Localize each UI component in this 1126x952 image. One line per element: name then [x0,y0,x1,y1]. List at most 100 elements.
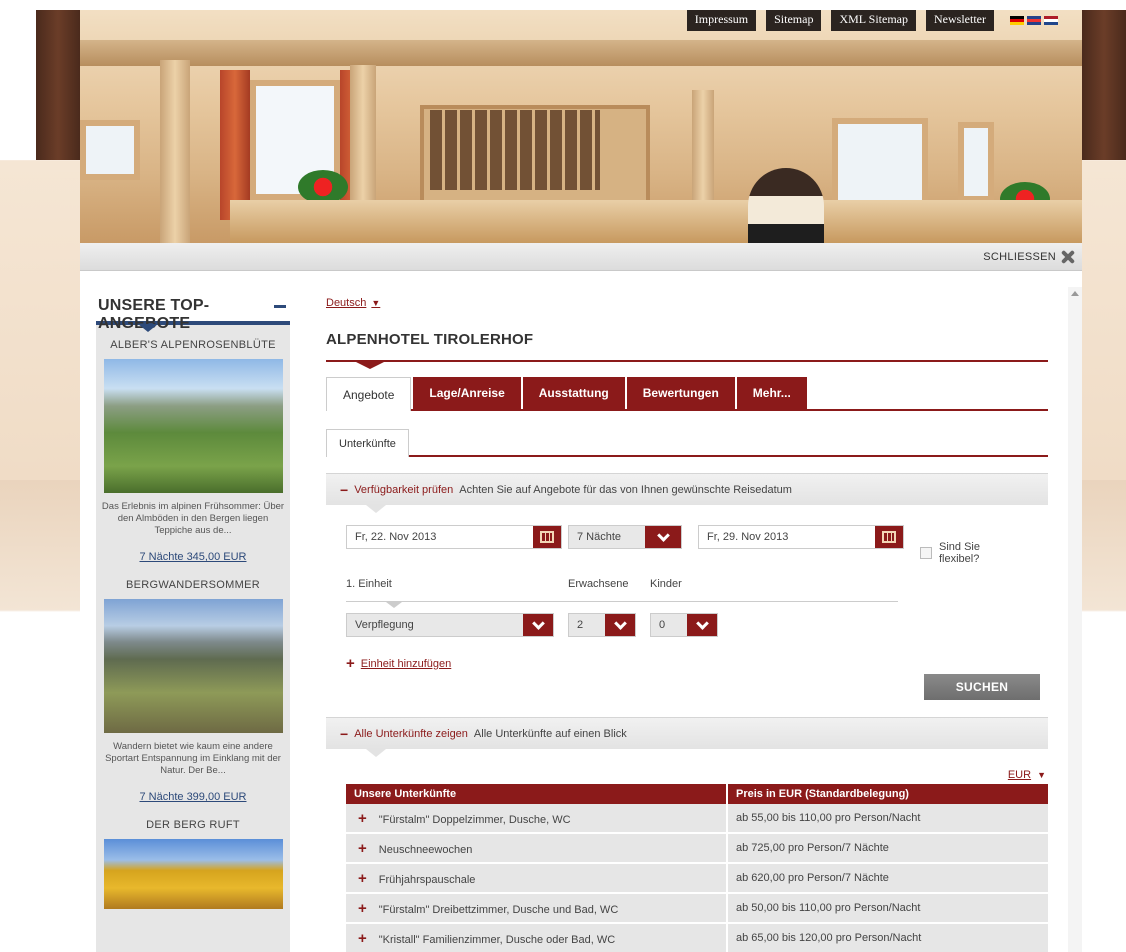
tab-lage-anreise[interactable]: Lage/Anreise [413,377,521,409]
all-rooms-hint: Alle Unterkünfte auf einen Blick [473,727,627,740]
expand-plus-icon[interactable]: + [358,840,367,857]
close-icon[interactable] [1060,249,1076,265]
expand-plus-icon[interactable]: + [358,870,367,887]
offer-title: BERGWANDERSOMMER [126,579,260,591]
calendar-icon[interactable] [533,526,561,548]
arrival-date-field[interactable]: Fr, 22. Nov 2013 [346,525,562,549]
adults-value: 2 [577,619,584,631]
wooden-pillar-mid [350,65,376,215]
unit-label: 1. Einheit [346,578,392,590]
subtab-unterkuenfte[interactable]: Unterkünfte [326,429,409,457]
language-selector[interactable]: Deutsch ▼ [326,297,380,309]
board-value: Verpflegung [355,619,414,631]
room-name[interactable]: "Fürstalm" Doppelzimmer, Dusche, WC [379,814,571,826]
currency-selector[interactable]: EUR ▼ [326,769,1048,781]
dutch-flag-icon[interactable] [1044,16,1058,25]
room-price: ab 620,00 pro Person/7 Nächte [726,864,1048,894]
tab-bewertungen[interactable]: Bewertungen [626,377,735,409]
offer-price-link[interactable]: 7 Nächte 399,00 EUR [96,777,290,803]
board-select[interactable]: Verpflegung [346,613,554,637]
availability-hint: Achten Sie auf Angebote für das von Ihne… [459,483,792,496]
hero-image: Impressum Sitemap XML Sitemap Newsletter [80,10,1082,243]
offer-image-hikers[interactable] [103,359,283,493]
offer-description: Wandern bietet wie kaum eine andere Spor… [105,741,281,776]
unit-divider [346,601,898,602]
table-row[interactable]: + Frühjahrspauschale ab 620,00 pro Person… [346,864,1048,894]
room-name[interactable]: Neuschneewochen [379,844,473,856]
language-flags [1004,10,1064,31]
main-content: Deutsch ▼ ALPENHOTEL TIROLERHOF Angebote… [326,285,1048,952]
top-nav: Impressum Sitemap XML Sitemap Newsletter [686,10,1064,31]
title-divider [326,360,1048,369]
tab-mehr[interactable]: Mehr... [736,377,807,409]
minus-icon: − [340,481,349,498]
window-right [832,118,928,208]
table-row[interactable]: + "Fürstalm" Dreibettzimmer, Dusche und B… [346,894,1048,924]
expand-plus-icon[interactable]: + [358,810,367,827]
caret-down-icon: ▼ [1037,770,1046,780]
sidebar-top-offers: UNSERE TOP-ANGEBOTE ALBER'S ALPENROSENBL… [96,285,290,952]
nav-xml-sitemap[interactable]: XML Sitemap [831,10,917,31]
adults-select[interactable]: 2 [568,613,636,637]
chevron-down-icon[interactable] [645,526,681,548]
sidebar-title: UNSERE TOP-ANGEBOTE [98,297,210,332]
room-price: ab 50,00 bis 110,00 pro Person/Nacht [726,894,1048,924]
children-label: Kinder [650,578,682,590]
search-button[interactable]: SUCHEN [924,674,1040,700]
scrollbar[interactable] [1068,287,1082,952]
nav-sitemap[interactable]: Sitemap [766,10,822,31]
currency-label: EUR [1007,769,1032,781]
tab-bar: Angebote Lage/Anreise Ausstattung Bewert… [326,377,1048,411]
nights-select[interactable]: 7 Nächte [568,525,682,549]
key-slots [430,110,600,190]
expand-plus-icon[interactable]: + [358,900,367,917]
window-far-right [958,122,994,202]
table-row[interactable]: + "Fürstalm" Doppelzimmer, Dusche, WC ab … [346,804,1048,834]
tab-ausstattung[interactable]: Ausstattung [522,377,625,409]
offer-title: DER BERG RUFT [146,819,240,831]
rooms-header-name: Unsere Unterkünfte [346,784,726,804]
calendar-icon[interactable] [875,526,903,548]
english-flag-icon[interactable] [1027,16,1041,25]
expand-plus-icon[interactable]: + [358,930,367,947]
subtab-bar: Unterkünfte [326,429,1048,457]
all-rooms-header[interactable]: − Alle Unterkünfte zeigen Alle Unterkünf… [326,717,1048,757]
content-panel: UNSERE TOP-ANGEBOTE ALBER'S ALPENROSENBL… [80,271,1082,952]
hotel-title: ALPENHOTEL TIROLERHOF [326,331,534,348]
offer-image-mountain[interactable] [103,599,283,733]
scroll-up-icon[interactable] [1071,291,1079,296]
close-button[interactable]: SCHLIESSEN [983,249,1076,265]
add-unit-link[interactable]: + Einheit hinzufügen [346,655,451,672]
room-name[interactable]: "Fürstalm" Dreibettzimmer, Dusche und Ba… [379,904,619,916]
offer-description: Das Erlebnis im alpinen Frühsommer: Über… [101,501,285,536]
room-name[interactable]: Frühjahrspauschale [379,874,476,886]
chevron-down-icon[interactable] [605,614,635,636]
background-wood-left [36,10,80,160]
wooden-pillar-right [692,90,714,210]
divider-pointer-icon [386,602,402,608]
plus-icon: + [346,655,355,672]
availability-header[interactable]: − Verfügbarkeit prüfen Achten Sie auf An… [326,473,1048,513]
departure-date-value: Fr, 29. Nov 2013 [707,531,789,543]
offer-card: DER BERG RUFT [96,803,290,909]
offer-card: BERGWANDERSOMMER Wandern bietet wie kaum… [96,563,290,803]
offer-image-autumn[interactable] [103,839,283,909]
nav-newsletter[interactable]: Newsletter [926,10,994,31]
close-bar: SCHLIESSEN [80,243,1082,271]
german-flag-icon[interactable] [1010,16,1024,25]
children-select[interactable]: 0 [650,613,718,637]
add-unit-label: Einheit hinzufügen [360,657,452,670]
close-label: SCHLIESSEN [983,251,1056,263]
departure-date-field[interactable]: Fr, 29. Nov 2013 [698,525,904,549]
room-name[interactable]: "Kristall" Familienzimmer, Dusche oder B… [379,934,615,946]
nav-impressum[interactable]: Impressum [686,10,757,31]
offer-price-link[interactable]: 7 Nächte 345,00 EUR [96,537,290,563]
flexible-checkbox[interactable] [920,547,932,559]
chevron-down-icon[interactable] [687,614,717,636]
tab-angebote[interactable]: Angebote [326,377,412,411]
table-row[interactable]: + Neuschneewochen ab 725,00 pro Person/7 … [346,834,1048,864]
receptionist [748,168,824,243]
collapse-icon[interactable] [274,305,286,308]
chevron-down-icon[interactable] [523,614,553,636]
table-row[interactable]: + "Kristall" Familienzimmer, Dusche oder … [346,924,1048,952]
